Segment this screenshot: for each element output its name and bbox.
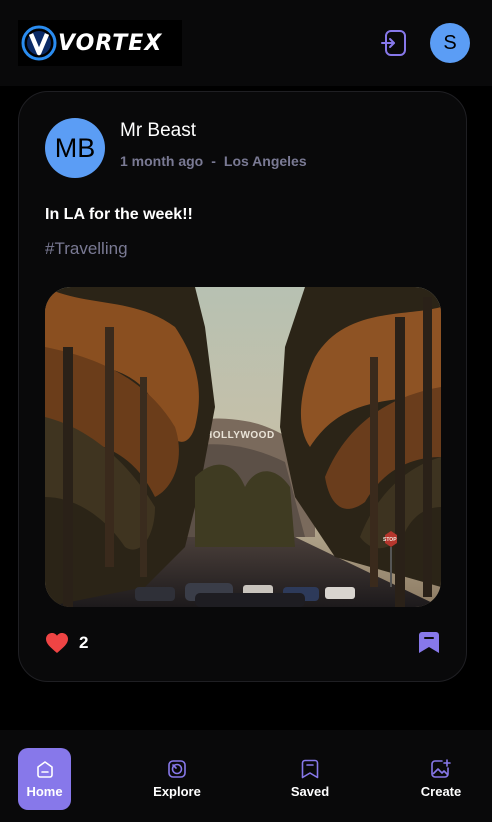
nav-home-label: Home (26, 784, 63, 799)
home-icon (36, 761, 53, 778)
bookmark-icon (301, 759, 319, 779)
nav-create[interactable]: Create (414, 748, 468, 810)
nav-create-label: Create (420, 784, 462, 799)
post-tags[interactable]: #Travelling (45, 239, 128, 259)
hollywood-sign: HOLLYWOOD (205, 430, 275, 441)
create-image-icon (431, 759, 451, 778)
nav-explore[interactable]: Explore (146, 748, 208, 810)
bookmark-icon[interactable] (418, 631, 440, 655)
meta-separator: - (211, 153, 216, 169)
heart-icon[interactable] (45, 632, 69, 654)
stop-sign-text: STOP (383, 537, 397, 543)
like-count: 2 (79, 633, 89, 652)
logo-text: VORTEX (58, 30, 163, 56)
post-card: MB Mr Beast 1 month ago - Los Angeles In L… (18, 91, 467, 682)
post-location: Los Angeles (223, 153, 307, 169)
nav-home[interactable]: Home (18, 748, 71, 810)
nav-explore-label: Explore (153, 784, 201, 799)
logo-mark-icon (21, 25, 57, 61)
logout-icon[interactable] (380, 28, 410, 58)
post-meta: 1 month ago - Los Angeles (120, 153, 307, 169)
explore-icon (168, 760, 186, 778)
post-image-illustration: HOLLYWOOD STOP (45, 287, 441, 607)
nav-saved-label: Saved (290, 784, 330, 799)
bottom-navigation: Home Explore Saved Create (0, 730, 492, 822)
user-avatar[interactable]: S (430, 23, 470, 63)
top-bar: VORTEX S (0, 0, 492, 86)
post-image[interactable]: HOLLYWOOD STOP (45, 287, 441, 607)
post-caption: In LA for the week!! (45, 206, 193, 223)
logo[interactable]: VORTEX (18, 20, 182, 66)
nav-saved[interactable]: Saved (285, 748, 335, 810)
post-time: 1 month ago (120, 153, 204, 169)
author-name[interactable]: Mr Beast (120, 120, 196, 142)
author-avatar[interactable]: MB (45, 118, 105, 178)
